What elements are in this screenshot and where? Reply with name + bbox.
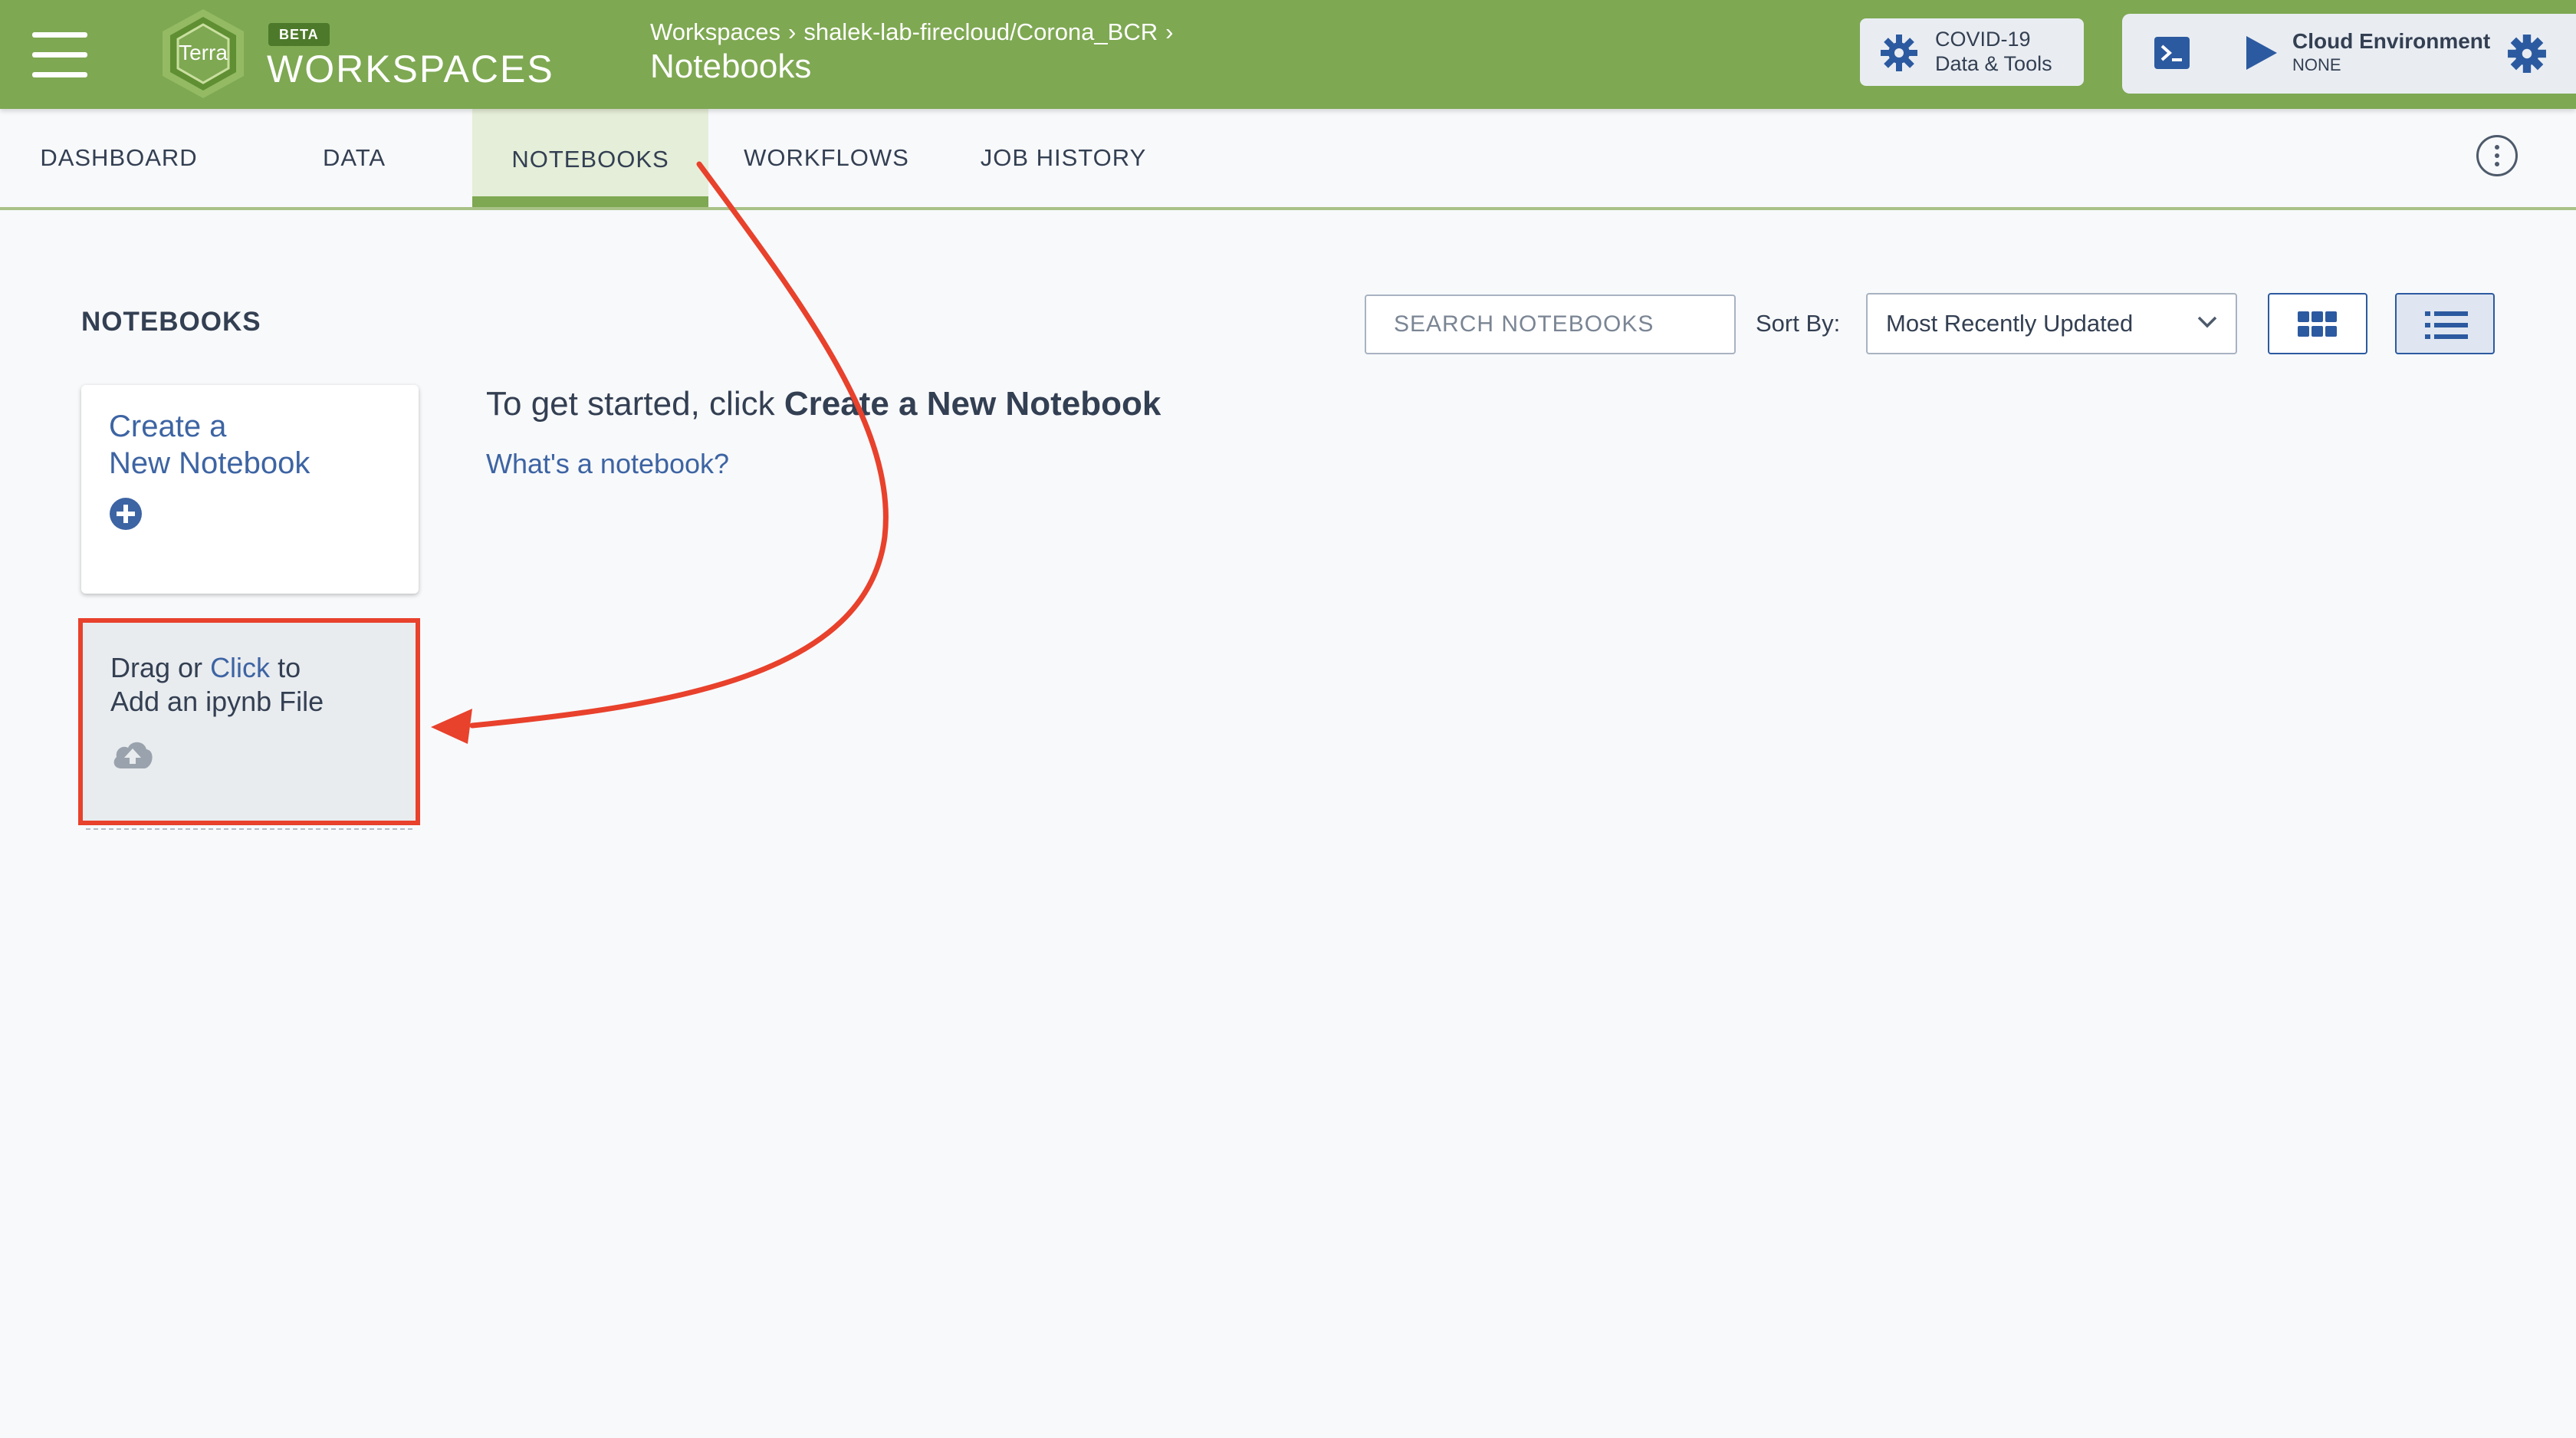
chevron-down-icon bbox=[2197, 316, 2217, 328]
gear-icon[interactable] bbox=[2507, 34, 2547, 74]
terminal-icon[interactable] bbox=[2153, 35, 2191, 71]
list-view-icon bbox=[2425, 311, 2468, 339]
breadcrumb-separator: › bbox=[1165, 18, 1174, 45]
covid-button-line2: Data & Tools bbox=[1935, 52, 2052, 75]
breadcrumb: Workspaces › shalek-lab-firecloud/Corona_B… bbox=[650, 17, 1181, 48]
sort-by-select[interactable]: Most Recently Updated bbox=[1866, 293, 2237, 354]
terra-logo[interactable]: Terra bbox=[153, 6, 253, 101]
tab-notebooks[interactable]: NOTEBOOKS bbox=[472, 109, 708, 207]
gear-icon bbox=[1881, 35, 1917, 71]
sort-selected-value: Most Recently Updated bbox=[1886, 310, 2134, 337]
whats-a-notebook-link[interactable]: What's a notebook? bbox=[486, 448, 729, 480]
cloud-upload-icon bbox=[113, 742, 153, 768]
upload-suffix: to bbox=[278, 652, 301, 683]
list-view-button[interactable] bbox=[2395, 293, 2495, 354]
upload-card-line2: Add an ipynb File bbox=[110, 686, 324, 717]
create-card-line2: New Notebook bbox=[109, 446, 310, 480]
create-card-line1: Create a bbox=[109, 410, 227, 443]
grid-view-button[interactable] bbox=[2268, 293, 2367, 354]
dropzone-dashed-edge bbox=[86, 828, 412, 830]
section-title: NOTEBOOKS bbox=[81, 307, 261, 337]
sort-by-label: Sort By: bbox=[1756, 310, 1841, 337]
cloud-environment-title[interactable]: Cloud Environment bbox=[2292, 29, 2490, 54]
hamburger-menu-icon[interactable] bbox=[32, 31, 87, 78]
tab-job-history[interactable]: JOB HISTORY bbox=[974, 109, 1153, 207]
get-started-bold: Create a New Notebook bbox=[784, 385, 1162, 423]
upload-card-line1: Drag or Click to bbox=[110, 652, 301, 684]
plus-circle-icon bbox=[110, 498, 142, 530]
grid-view-icon bbox=[2298, 311, 2337, 337]
upload-prefix: Drag or bbox=[110, 652, 203, 683]
top-header: Terra BETA WORKSPACES Workspaces › shalek-… bbox=[0, 0, 2576, 109]
workspace-tabs: DASHBOARD DATA NOTEBOOKS WORKFLOWS JOB H… bbox=[0, 109, 2576, 210]
play-icon[interactable] bbox=[2242, 34, 2280, 72]
covid-data-tools-button[interactable]: COVID-19 Data & Tools bbox=[1860, 18, 2084, 86]
tab-workflows[interactable]: WORKFLOWS bbox=[724, 109, 929, 207]
get-started-prefix: To get started, click bbox=[486, 385, 775, 423]
tab-data[interactable]: DATA bbox=[279, 109, 429, 207]
logo-text: Terra bbox=[179, 41, 228, 64]
get-started-text: To get started, click Create a New Noteb… bbox=[486, 385, 1161, 423]
upload-click-link[interactable]: Click bbox=[210, 652, 270, 683]
covid-button-line1: COVID-19 bbox=[1935, 28, 2031, 51]
search-notebooks-input[interactable] bbox=[1365, 295, 1736, 354]
beta-badge: BETA bbox=[268, 23, 330, 46]
cloud-environment-panel: Cloud Environment NONE bbox=[2122, 14, 2576, 94]
tab-dashboard[interactable]: DASHBOARD bbox=[23, 109, 215, 207]
breadcrumb-separator: › bbox=[788, 18, 797, 45]
breadcrumb-workspace-link[interactable]: shalek-lab-firecloud/Corona_BCR bbox=[803, 18, 1158, 45]
breadcrumb-workspaces-link[interactable]: Workspaces bbox=[650, 18, 780, 45]
kebab-menu-icon[interactable] bbox=[2476, 135, 2518, 176]
upload-ipynb-dropzone[interactable]: Drag or Click to Add an ipynb File bbox=[78, 618, 420, 825]
product-name[interactable]: WORKSPACES bbox=[267, 46, 554, 92]
create-new-notebook-card[interactable]: Create a New Notebook bbox=[81, 385, 419, 594]
page-title: Notebooks bbox=[650, 48, 812, 85]
cloud-environment-status: NONE bbox=[2292, 55, 2341, 74]
